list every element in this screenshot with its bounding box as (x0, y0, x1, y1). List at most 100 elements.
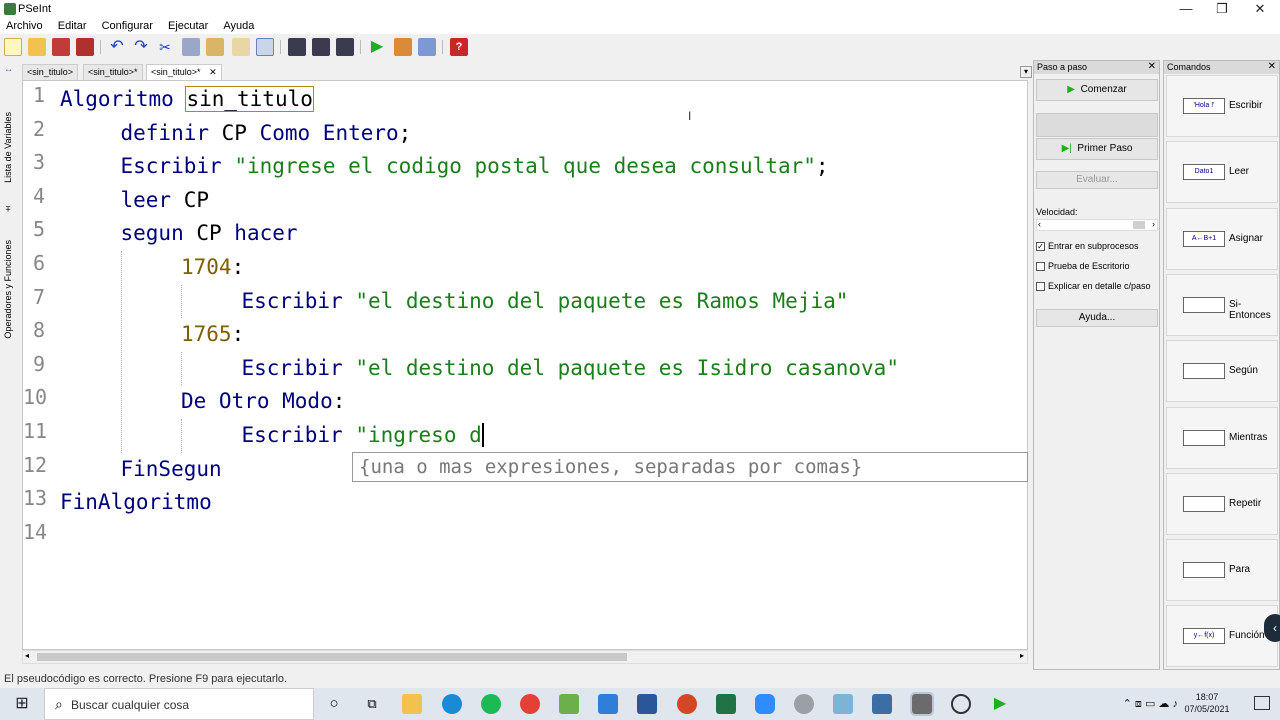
code-line[interactable]: 1704: (181, 251, 244, 284)
variables-toggle-icon[interactable]: ↕ (3, 68, 13, 73)
code-editor[interactable]: 1 Algoritmo sin_titulo 2 definir CP Como En… (22, 80, 1028, 650)
comenzar-button[interactable]: ▶ Comenzar (1036, 79, 1158, 101)
copy-icon[interactable] (182, 38, 200, 56)
tab-file-1[interactable]: <sin_titulo> (22, 64, 79, 80)
tab-close-icon[interactable]: ✕ (209, 67, 217, 77)
view-icon[interactable] (256, 38, 274, 56)
save-icon[interactable] (52, 38, 70, 56)
search-icon[interactable] (288, 38, 306, 56)
check-prueba-escritorio[interactable]: Prueba de Escritorio (1036, 261, 1130, 272)
command-asignar[interactable]: A←B+1 Asignar (1166, 207, 1278, 270)
code-line[interactable]: Escribir "ingreso d (242, 419, 484, 452)
close-button[interactable]: ✕ (1240, 0, 1280, 18)
code-line[interactable]: definir CP Como Entero; (121, 117, 412, 150)
chrome-icon[interactable] (520, 694, 540, 714)
open-folder-icon[interactable] (28, 38, 46, 56)
scrollbar-thumb[interactable] (37, 653, 627, 661)
tab-file-2[interactable]: <sin_titulo>* (83, 64, 143, 80)
slider-thumb[interactable] (1133, 221, 1145, 229)
run-icon[interactable]: ▶ (368, 38, 386, 56)
find-next-icon[interactable] (312, 38, 330, 56)
undo-icon[interactable]: ↶ (108, 38, 126, 56)
app-green-icon[interactable] (559, 694, 579, 714)
menu-ayuda[interactable]: Ayuda (217, 18, 260, 32)
code-line[interactable]: Algoritmo sin_titulo (60, 83, 314, 116)
powerpoint-icon[interactable] (677, 694, 697, 714)
excel-icon[interactable] (716, 694, 736, 714)
obs-icon[interactable] (951, 694, 971, 714)
command-escribir[interactable]: 'Hola !' Escribir (1166, 75, 1278, 137)
command-funci-n[interactable]: y←f(x) Función (1166, 605, 1278, 668)
code-line[interactable]: segun CP hacer (121, 217, 298, 250)
menu-configurar[interactable]: Configurar (96, 18, 159, 32)
cortana-icon[interactable]: ○ (324, 694, 344, 714)
code-line[interactable]: 1765: (181, 318, 244, 351)
photos-icon[interactable] (872, 694, 892, 714)
step-icon[interactable] (394, 38, 412, 56)
save-as-icon[interactable] (76, 38, 94, 56)
tool-icon[interactable] (794, 694, 814, 714)
checkbox-icon[interactable] (1036, 282, 1045, 292)
slider-right-icon[interactable]: › (1152, 219, 1155, 229)
word-icon[interactable] (637, 694, 657, 714)
tab-dropdown-icon[interactable]: ▾ (1020, 66, 1032, 78)
minimize-button[interactable]: — (1166, 0, 1206, 18)
operators-toggle-icon[interactable]: ± (3, 204, 13, 214)
new-file-icon[interactable] (4, 38, 22, 56)
speed-slider[interactable]: ‹ › (1036, 219, 1158, 231)
scroll-right-icon[interactable]: ▸ (1020, 651, 1024, 660)
code-line[interactable]: Escribir "ingrese el codigo postal que d… (121, 150, 829, 183)
command-repetir[interactable]: Repetir (1166, 472, 1278, 535)
notifications-icon[interactable] (1254, 696, 1270, 710)
maximize-button[interactable]: ❐ (1202, 0, 1242, 18)
windows-start-icon[interactable]: ⊞ (0, 688, 44, 720)
command-si-entonces[interactable]: Si-Entonces (1166, 273, 1278, 336)
menu-archivo[interactable]: Archivo (0, 18, 49, 32)
code-line[interactable]: FinSegun (121, 453, 222, 486)
taskbar-clock[interactable]: 18:07 07/05/2021 (1182, 691, 1232, 715)
help-icon[interactable]: ? (450, 38, 468, 56)
pseint-taskbar-icon[interactable] (910, 692, 934, 716)
primer-paso-button[interactable]: ▶| Primer Paso (1036, 138, 1158, 160)
paste-icon[interactable] (206, 38, 224, 56)
scroll-left-icon[interactable]: ◂ (25, 651, 29, 660)
variables-panel-tab[interactable]: Lista de Variables (3, 112, 13, 183)
run-app-icon[interactable]: ▶ (990, 694, 1010, 714)
code-line[interactable]: Escribir "el destino del paquete es Ramo… (242, 285, 849, 318)
redo-icon[interactable]: ↷ (132, 38, 150, 56)
slider-left-icon[interactable]: ‹ (1038, 219, 1041, 229)
file-explorer-icon[interactable] (402, 694, 422, 714)
notepad-icon[interactable] (833, 694, 853, 714)
command-seg-n[interactable]: Según (1166, 340, 1278, 403)
check-subprocesos[interactable]: ✓ Entrar en subprocesos (1036, 241, 1139, 252)
code-line[interactable]: leer CP (121, 184, 210, 217)
paso-panel-close-icon[interactable]: ✕ (1148, 61, 1156, 72)
horizontal-scrollbar[interactable]: ◂ ▸ (22, 650, 1028, 664)
checkbox-icon[interactable] (1036, 262, 1045, 272)
command-leer[interactable]: Dato1 Leer (1166, 141, 1278, 204)
check-explicar[interactable]: Explicar en detalle c/paso (1036, 281, 1151, 292)
cut-icon[interactable]: ✂ (156, 38, 174, 56)
collapse-panel-icon[interactable]: ‹ (1264, 614, 1280, 642)
flowchart-icon[interactable] (418, 38, 436, 56)
code-line[interactable]: Escribir "el destino del paquete es Isid… (242, 352, 899, 385)
system-tray-icons[interactable]: ⌃ ⧈ ▭ ☁ ♪ (1123, 697, 1178, 711)
command-para[interactable]: Para (1166, 539, 1278, 602)
taskbar-search[interactable]: ⌕ Buscar cualquier cosa (44, 688, 314, 720)
zoom-icon[interactable] (755, 694, 775, 714)
edge-icon[interactable] (442, 694, 462, 714)
store-icon[interactable] (598, 694, 618, 714)
checkbox-checked-icon[interactable]: ✓ (1036, 242, 1045, 252)
code-line[interactable]: De Otro Modo: (181, 385, 345, 418)
spotify-icon[interactable] (481, 694, 501, 714)
command-mientras[interactable]: Mientras (1166, 406, 1278, 469)
evaluar-button[interactable]: Evaluar... (1036, 171, 1158, 189)
operators-panel-tab[interactable]: Operadores y Funciones (3, 240, 13, 339)
pause-button[interactable] (1036, 113, 1158, 137)
comandos-panel-close-icon[interactable]: ✕ (1268, 61, 1276, 72)
ayuda-button[interactable]: Ayuda... (1036, 309, 1158, 327)
replace-icon[interactable] (336, 38, 354, 56)
tab-file-3[interactable]: <sin_titulo>* ✕ (146, 64, 222, 80)
indent-icon[interactable] (232, 38, 250, 56)
menu-ejecutar[interactable]: Ejecutar (162, 18, 214, 32)
